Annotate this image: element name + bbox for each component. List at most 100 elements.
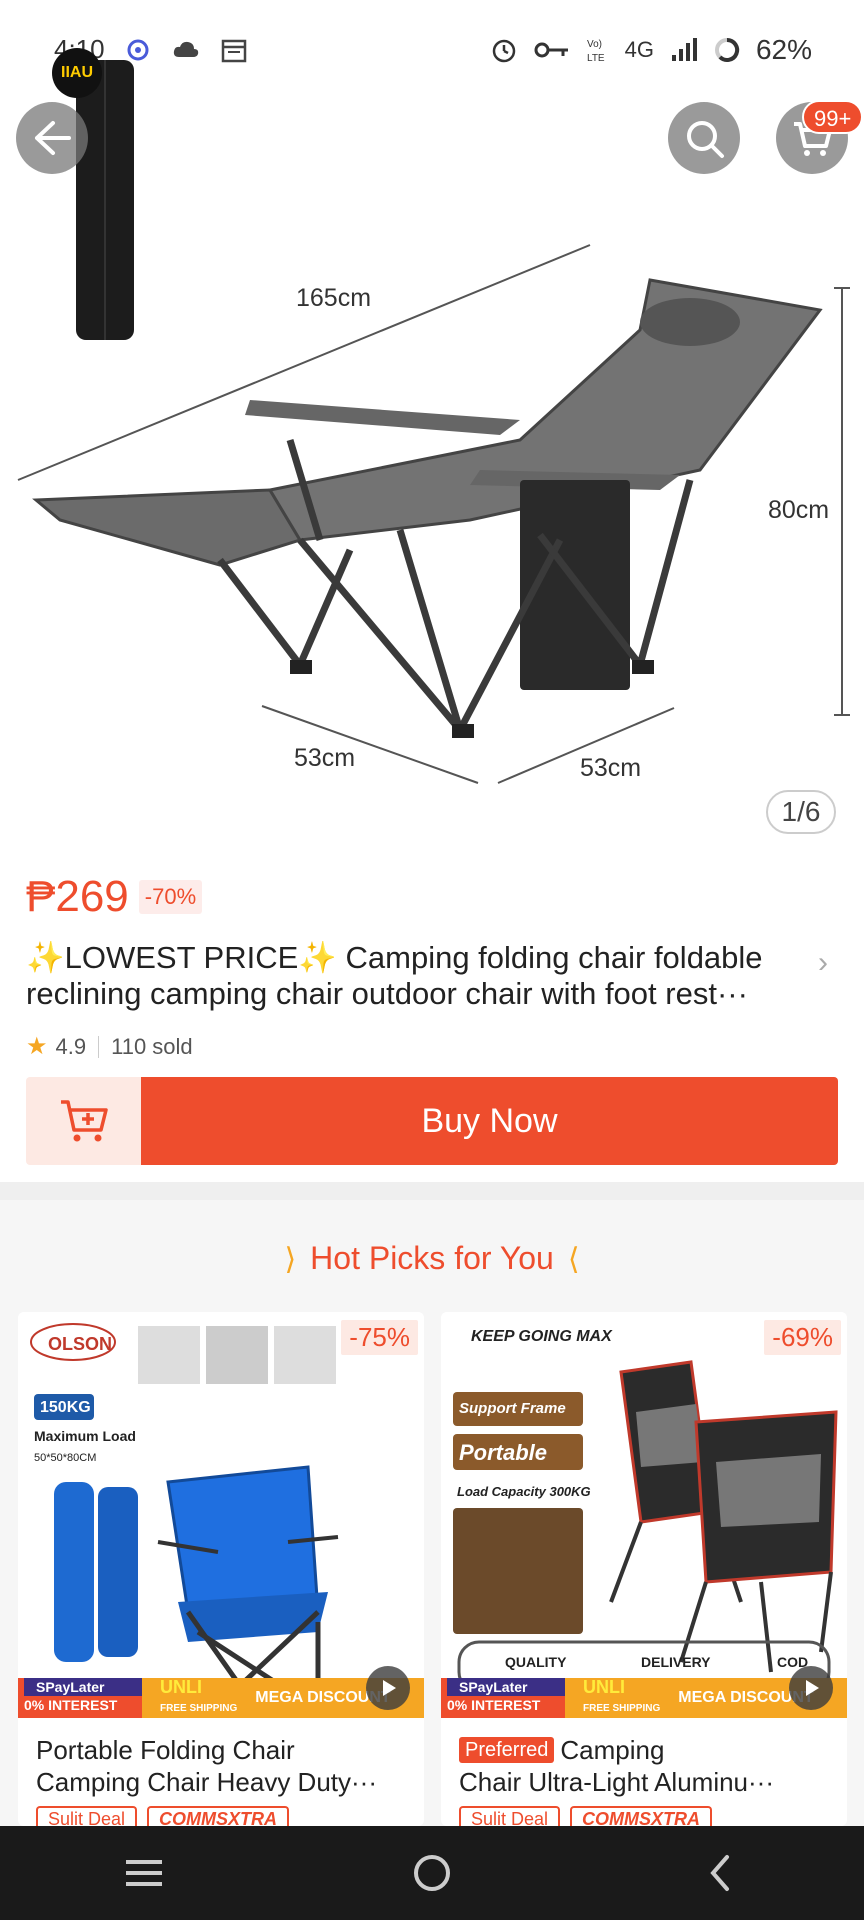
card-brand: OLSON — [48, 1334, 113, 1354]
section-divider — [0, 1182, 864, 1200]
delivery-label: DELIVERY — [641, 1654, 711, 1670]
product-card[interactable]: OLSON 150KG Maximum Load 50*50*80CM -75%… — [18, 1312, 424, 1826]
decoration-icon: ⟩ — [284, 1243, 297, 1276]
unli-promo: UNLI FREE SHIPPING — [142, 1678, 237, 1718]
load-capacity-label: Load Capacity 300KG — [457, 1484, 591, 1499]
dimension-height: 80cm — [768, 496, 830, 524]
card-max-load: Maximum Load — [34, 1428, 136, 1444]
play-video-button[interactable] — [366, 1666, 410, 1710]
chevron-right-icon[interactable]: › — [818, 946, 828, 980]
network-type: 4G — [624, 37, 654, 62]
status-bar: 4:10 Vo)LTE 4G 62% — [0, 0, 864, 100]
chevron-left-icon — [710, 1855, 729, 1891]
card-title: Portable Folding Chair Camping Chair Hea… — [36, 1734, 406, 1798]
star-icon: ★ — [26, 1033, 48, 1060]
card-title-line-1: Portable Folding Chair — [36, 1735, 295, 1765]
spaylater-label: SPayLater — [24, 1678, 142, 1696]
product-title-line-2: reclining camping chair outdoor chair wi… — [26, 976, 748, 1011]
price-row: ₱269 -70% — [26, 872, 203, 922]
brand-logo: IIAU — [52, 48, 102, 98]
svg-text:Vo): Vo) — [587, 39, 602, 50]
alarm-icon — [492, 39, 515, 63]
card-title-line-1: Preferred Camping — [459, 1734, 829, 1766]
calendar-icon — [221, 39, 246, 62]
promo-bar: SPayLater 0% INTEREST UNLI FREE SHIPPING… — [18, 1678, 424, 1718]
product-price: ₱269 — [26, 872, 129, 921]
home-circle-icon — [414, 1855, 450, 1891]
search-button[interactable] — [668, 102, 740, 174]
play-icon — [806, 1680, 819, 1696]
card-tags: Sulit Deal COMMSXTRA — [36, 1806, 290, 1826]
discount-badge: -70% — [138, 880, 203, 914]
card-tags: Sulit Deal COMMSXTRA — [459, 1806, 713, 1826]
interest-label: 0% INTEREST — [447, 1697, 541, 1713]
battery-icon — [714, 37, 740, 62]
rating-value: 4.9 — [55, 1033, 87, 1059]
preferred-badge: Preferred — [459, 1737, 555, 1763]
buy-now-button[interactable]: Buy Now — [141, 1077, 838, 1165]
commsxtra-tag: COMMSXTRA — [147, 1806, 290, 1826]
back-button[interactable] — [16, 102, 88, 174]
app-notification-icon — [127, 39, 149, 60]
folding-chair-image — [18, 1312, 424, 1718]
sulit-deal-tag: Sulit Deal — [459, 1806, 561, 1826]
svg-text:LTE: LTE — [587, 53, 605, 64]
buy-row: Buy Now — [26, 1077, 838, 1165]
support-frame-label: Support Frame — [459, 1400, 566, 1417]
product-title[interactable]: ✨LOWEST PRICE✨ Camping folding chair fol… — [26, 940, 808, 1012]
interest-label: 0% INTEREST — [24, 1697, 118, 1713]
card-discount-badge: -75% — [341, 1320, 418, 1355]
volte-icon: Vo) LTE — [587, 39, 605, 64]
decoration-icon: ⟨ — [567, 1243, 580, 1276]
hot-picks-section: ⟩ Hot Picks for You ⟨ OLSON 150KG Maximu… — [0, 1200, 864, 1826]
system-nav-bar — [0, 1826, 864, 1920]
hot-picks-title: Hot Picks for You — [310, 1240, 554, 1276]
product-card-image: OLSON 150KG Maximum Load 50*50*80CM -75%… — [18, 1312, 424, 1718]
unli-promo: UNLI FREE SHIPPING — [565, 1678, 660, 1718]
spaylater-label: SPayLater — [447, 1678, 565, 1696]
image-counter: 1/6 — [766, 790, 836, 834]
home-button[interactable] — [392, 1843, 472, 1903]
spaylater-promo: SPayLater 0% INTEREST — [18, 1678, 142, 1718]
search-icon — [687, 121, 724, 158]
quality-label: QUALITY — [505, 1654, 567, 1670]
dimension-length: 165cm — [296, 284, 372, 312]
card-title-line-2: Chair Ultra-Light Aluminu··· — [459, 1767, 774, 1797]
dimension-width-right: 53cm — [580, 754, 642, 782]
status-right: Vo) LTE 4G 62% — [489, 34, 812, 66]
card-title: Preferred Camping Chair Ultra-Light Alumi… — [459, 1734, 829, 1798]
product-card[interactable]: KEEP GOING MAX Support Frame Portable Lo… — [441, 1312, 847, 1826]
back-nav-button[interactable] — [680, 1843, 760, 1903]
cart-count-badge: 99+ — [802, 100, 864, 134]
dimension-width-left: 53cm — [294, 744, 356, 772]
vpn-key-icon — [534, 42, 568, 58]
spaylater-promo: SPayLater 0% INTEREST — [441, 1678, 565, 1718]
commsxtra-tag: COMMSXTRA — [570, 1806, 713, 1826]
add-to-cart-button[interactable] — [26, 1077, 141, 1165]
promo-bar: SPayLater 0% INTEREST UNLI FREE SHIPPING… — [441, 1678, 847, 1718]
product-card-image: KEEP GOING MAX Support Frame Portable Lo… — [441, 1312, 847, 1718]
signal-icon — [671, 38, 697, 61]
unli-label: UNLI — [583, 1677, 625, 1697]
card-title-text: Camping — [560, 1735, 665, 1765]
card-title-line-2: Camping Chair Heavy Duty··· — [36, 1767, 377, 1797]
free-shipping-label: FREE SHIPPING — [583, 1703, 661, 1714]
battery-percent: 62% — [755, 34, 812, 65]
card-size: 50*50*80CM — [34, 1452, 97, 1464]
portable-label: Portable — [459, 1440, 548, 1465]
play-video-button[interactable] — [789, 1666, 833, 1710]
arrow-left-icon — [35, 121, 71, 155]
product-title-line-1: ✨LOWEST PRICE✨ Camping folding chair fol… — [26, 940, 763, 975]
cloud-icon — [173, 41, 198, 57]
play-icon — [383, 1680, 396, 1696]
card-discount-badge: -69% — [764, 1320, 841, 1355]
free-shipping-label: FREE SHIPPING — [160, 1703, 238, 1714]
add-to-cart-icon — [60, 1100, 108, 1142]
card-brand: KEEP GOING MAX — [471, 1328, 612, 1345]
hot-picks-header: ⟩ Hot Picks for You ⟨ — [0, 1240, 864, 1277]
unli-label: UNLI — [160, 1677, 202, 1697]
recent-apps-button[interactable] — [104, 1843, 184, 1903]
menu-icon — [126, 1860, 162, 1886]
card-load-badge: 150KG — [40, 1399, 91, 1416]
rating-row: ★ 4.9 110 sold — [26, 1032, 193, 1061]
